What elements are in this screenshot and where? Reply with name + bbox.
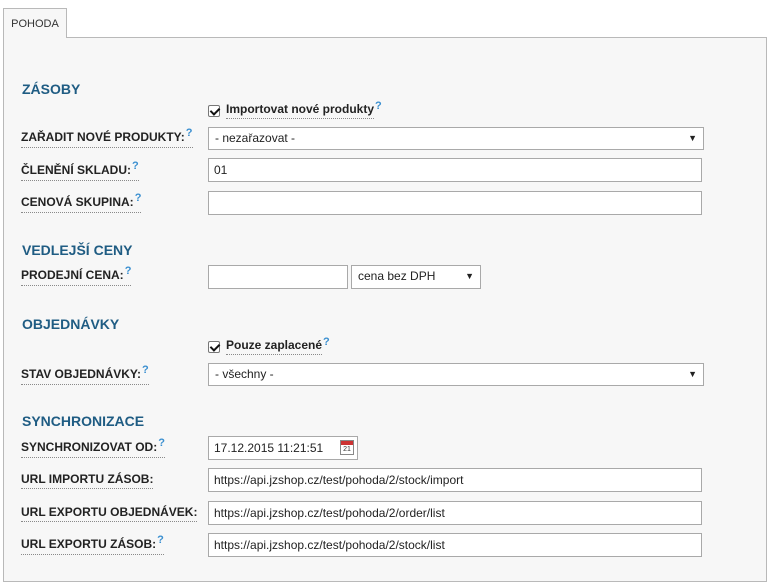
zaradit-label: ZAŘADIT NOVÉ PRODUKTY:? (21, 127, 193, 148)
help-icon[interactable]: ? (158, 437, 165, 449)
section-title-zasoby: ZÁSOBY (22, 81, 81, 97)
zaradit-select[interactable]: - nezařazovat - ▼ (208, 127, 704, 150)
url-export-zasob-input[interactable]: https://api.jzshop.cz/test/pohoda/2/stoc… (208, 533, 702, 557)
sync-od-value: 17.12.2015 11:21:51 (214, 441, 324, 455)
zaradit-label-text: ZAŘADIT NOVÉ PRODUKTY: (21, 130, 185, 144)
stav-select[interactable]: - všechny - ▼ (208, 363, 704, 386)
url-import-zasob-label: URL IMPORTU ZÁSOB: (21, 472, 154, 489)
chevron-down-icon: ▼ (688, 133, 697, 143)
help-icon[interactable]: ? (135, 192, 142, 204)
prodejni-label: PRODEJNÍ CENA:? (21, 265, 132, 286)
prodejni-label-text: PRODEJNÍ CENA: (21, 268, 124, 282)
section-title-synchronizace: SYNCHRONIZACE (22, 413, 145, 429)
chevron-down-icon: ▼ (688, 369, 697, 379)
section-title-objednavky: OBJEDNÁVKY (22, 316, 120, 332)
cenova-input[interactable] (208, 191, 702, 215)
help-icon[interactable]: ? (375, 100, 382, 112)
prodejni-mode-value: cena bez DPH (358, 269, 436, 283)
help-icon[interactable]: ? (323, 336, 330, 348)
paid-only-checkbox[interactable] (208, 340, 220, 353)
url-export-zasob-label: URL EXPORTU ZÁSOB:? (21, 534, 164, 555)
stav-select-value: - všechny - (215, 367, 274, 381)
chevron-down-icon: ▼ (465, 271, 474, 281)
import-new-products-checkbox[interactable] (208, 104, 220, 117)
help-icon[interactable]: ? (186, 127, 193, 139)
url-import-zasob-input[interactable]: https://api.jzshop.cz/test/pohoda/2/stoc… (208, 468, 702, 492)
cleneni-input[interactable]: 01 (208, 158, 702, 182)
import-new-products-label: Importovat nové produkty (226, 102, 375, 119)
url-export-objednavek-label: URL EXPORTU OBJEDNÁVEK: (21, 505, 198, 522)
prodejni-input[interactable] (208, 265, 348, 289)
sync-od-label: SYNCHRONIZOVAT OD:? (21, 437, 165, 458)
url-export-objednavek-input[interactable]: https://api.jzshop.cz/test/pohoda/2/orde… (208, 501, 702, 525)
help-icon[interactable]: ? (132, 160, 139, 172)
help-icon[interactable]: ? (125, 265, 132, 277)
stav-label: STAV OBJEDNÁVKY:? (21, 364, 149, 385)
cleneni-label: ČLENĚNÍ SKLADU:? (21, 160, 139, 181)
sync-od-label-text: SYNCHRONIZOVAT OD: (21, 440, 158, 454)
cenova-label: CENOVÁ SKUPINA:? (21, 192, 142, 213)
sync-od-input[interactable]: 17.12.2015 11:21:51 21 (208, 436, 358, 460)
calendar-icon[interactable]: 21 (340, 440, 354, 455)
paid-only-label: Pouze zaplacené (226, 338, 323, 355)
paid-only-row: Pouze zaplacené ? (208, 336, 330, 355)
prodejni-mode-select[interactable]: cena bez DPH ▼ (351, 265, 481, 289)
url-export-zasob-label-text: URL EXPORTU ZÁSOB: (21, 537, 157, 551)
help-icon[interactable]: ? (142, 364, 149, 376)
tab-pohoda[interactable]: POHODA (3, 8, 67, 38)
section-title-vedlejsi-ceny: VEDLEJŠÍ CENY (22, 242, 133, 258)
import-new-products-row: Importovat nové produkty ? (208, 100, 382, 119)
stav-label-text: STAV OBJEDNÁVKY: (21, 367, 142, 381)
cleneni-label-text: ČLENĚNÍ SKLADU: (21, 163, 131, 177)
zaradit-select-value: - nezařazovat - (215, 131, 296, 145)
help-icon[interactable]: ? (157, 534, 164, 546)
cenova-label-text: CENOVÁ SKUPINA: (21, 195, 134, 209)
